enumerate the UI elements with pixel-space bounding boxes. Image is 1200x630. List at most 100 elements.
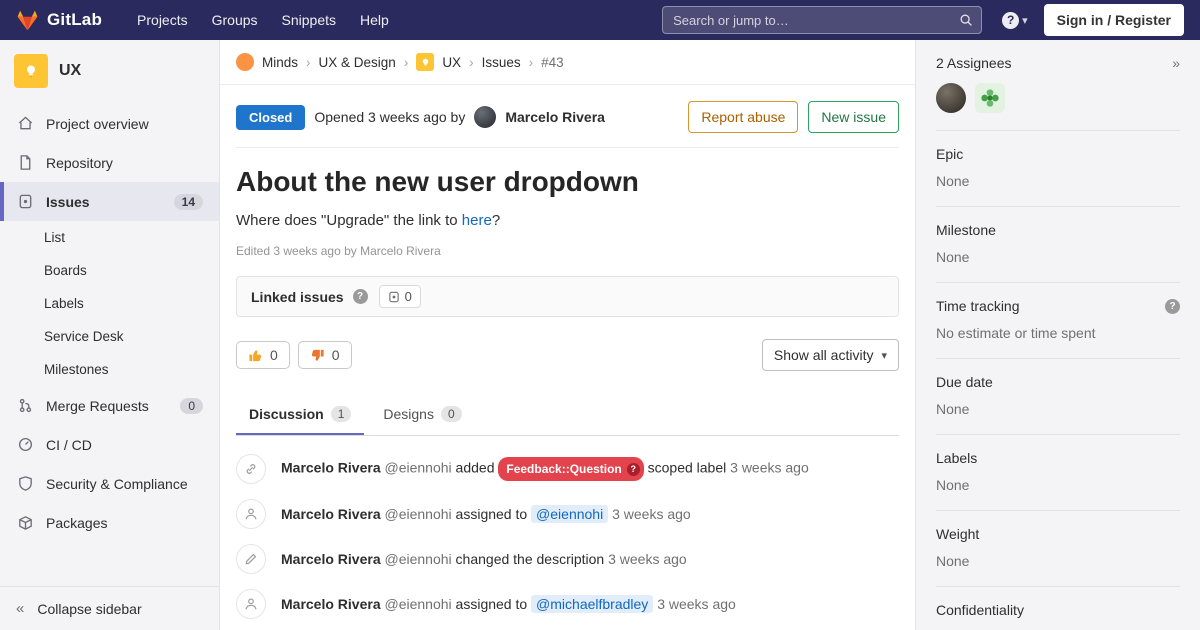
project-header[interactable]: UX <box>0 40 219 104</box>
note-username: @eiennohi <box>385 460 452 476</box>
tab-designs[interactable]: Designs 0 <box>370 395 474 435</box>
breadcrumb-issues[interactable]: Issues <box>482 55 521 70</box>
issue-title: About the new user dropdown <box>236 166 899 198</box>
nav-projects[interactable]: Projects <box>126 5 199 35</box>
issues-count-badge: 14 <box>174 194 203 210</box>
issues-submenu: List Boards Labels Service Desk Mileston… <box>0 221 219 386</box>
global-search <box>662 6 982 34</box>
project-name: UX <box>59 62 81 80</box>
assignee-avatar[interactable] <box>975 83 1005 113</box>
time-tracking-section[interactable]: Time tracking ? No estimate or time spen… <box>936 283 1180 359</box>
edited-note: Edited 3 weeks ago by Marcelo Rivera <box>236 244 899 258</box>
help-icon[interactable]: ? <box>1165 299 1180 314</box>
sign-in-button[interactable]: Sign in / Register <box>1044 4 1184 36</box>
epic-section[interactable]: Epic None <box>936 131 1180 207</box>
milestone-section[interactable]: Milestone None <box>936 207 1180 283</box>
scoped-label-help-icon: ? <box>627 463 640 476</box>
sidebar-item-issues-list[interactable]: List <box>0 221 219 254</box>
breadcrumb-project[interactable]: UX <box>442 55 461 70</box>
issue-count-icon <box>388 291 400 303</box>
new-issue-button[interactable]: New issue <box>808 101 899 133</box>
note-timestamp[interactable]: 3 weeks ago <box>608 551 687 567</box>
nav-groups[interactable]: Groups <box>201 5 269 35</box>
thumbs-down-button[interactable]: 0 <box>298 341 352 369</box>
opened-text: Opened 3 weeks ago by <box>314 109 465 125</box>
due-date-section[interactable]: Due date None <box>936 359 1180 435</box>
project-avatar-small[interactable] <box>416 53 434 71</box>
breadcrumb-separator: › <box>529 55 534 70</box>
note-author[interactable]: Marcelo Rivera <box>281 596 381 612</box>
breadcrumb-group[interactable]: Minds <box>262 55 298 70</box>
note-timestamp[interactable]: 3 weeks ago <box>612 506 691 522</box>
help-dropdown[interactable]: ? ▾ <box>1002 12 1028 29</box>
double-chevron-right-icon[interactable]: » <box>1172 55 1180 71</box>
sidebar-nav: Project overview Repository Issues 14 <box>0 104 219 542</box>
assignee-avatars <box>936 83 1180 113</box>
thumbs-up-button[interactable]: 0 <box>236 341 290 369</box>
discussion-tabs: Discussion 1 Designs 0 <box>236 395 899 436</box>
double-chevron-left-icon: « <box>16 600 24 617</box>
discussion-count-badge: 1 <box>331 406 352 422</box>
sidebar-item-issues[interactable]: Issues 14 <box>0 182 219 221</box>
author-link[interactable]: Marcelo Rivera <box>505 109 605 125</box>
awards-row: 0 0 Show all activity ▾ <box>236 339 899 371</box>
issue-description: Where does "Upgrade" the link to here? <box>236 212 899 229</box>
sidebar-item-ci-cd[interactable]: CI / CD <box>0 425 219 464</box>
author-avatar[interactable] <box>474 106 496 128</box>
group-avatar[interactable] <box>236 53 254 71</box>
sidebar-item-issues-boards[interactable]: Boards <box>0 254 219 287</box>
sidebar-item-packages[interactable]: Packages <box>0 503 219 542</box>
nav-snippets[interactable]: Snippets <box>271 5 347 35</box>
merge-request-icon <box>16 397 34 414</box>
note-author[interactable]: Marcelo Rivera <box>281 460 381 476</box>
collapse-sidebar-button[interactable]: « Collapse sidebar <box>0 586 219 630</box>
note-timestamp[interactable]: 3 weeks ago <box>730 460 809 476</box>
activity-filter-dropdown[interactable]: Show all activity ▾ <box>762 339 899 371</box>
sidebar-item-service-desk[interactable]: Service Desk <box>0 320 219 353</box>
breadcrumb: Minds › UX & Design › UX › Issues › #43 <box>220 40 915 85</box>
search-icon <box>959 13 973 30</box>
assignee-avatar[interactable] <box>936 83 966 113</box>
report-abuse-button[interactable]: Report abuse <box>688 101 798 133</box>
sidebar-item-security-compliance[interactable]: Security & Compliance <box>0 464 219 503</box>
tab-discussion[interactable]: Discussion 1 <box>236 395 364 435</box>
note-author[interactable]: Marcelo Rivera <box>281 506 381 522</box>
description-link[interactable]: here <box>462 212 492 229</box>
home-icon <box>16 115 34 132</box>
linked-issues-count-badge: 0 <box>379 285 421 308</box>
weight-section[interactable]: Weight None <box>936 511 1180 587</box>
sidebar-item-milestones[interactable]: Milestones <box>0 353 219 386</box>
help-icon[interactable]: ? <box>353 289 368 304</box>
issue-status-header: Closed Opened 3 weeks ago by Marcelo Riv… <box>236 101 899 148</box>
note-author[interactable]: Marcelo Rivera <box>281 551 381 567</box>
breadcrumb-subgroup[interactable]: UX & Design <box>319 55 396 70</box>
note-timestamp[interactable]: 3 weeks ago <box>657 596 736 612</box>
user-mention[interactable]: @eiennohi <box>531 505 608 523</box>
repository-icon <box>16 154 34 171</box>
issues-icon <box>16 193 34 210</box>
main-content: Minds › UX & Design › UX › Issues › #43 … <box>220 40 915 630</box>
nav-help[interactable]: Help <box>349 5 400 35</box>
scoped-label[interactable]: Feedback::Question? <box>498 457 643 481</box>
user-mention[interactable]: @michaelfbradley <box>531 595 653 613</box>
labels-section[interactable]: Labels None <box>936 435 1180 511</box>
system-note-assigned: Marcelo Rivera @eiennohi assigned to @ei… <box>236 499 899 529</box>
sidebar-item-merge-requests[interactable]: Merge Requests 0 <box>0 386 219 425</box>
ci-cd-icon <box>16 436 34 453</box>
app-window: GitLab Projects Groups Snippets Help ? ▾… <box>0 0 1200 630</box>
note-username: @eiennohi <box>385 551 452 567</box>
linked-issues-panel: Linked issues ? 0 <box>236 276 899 317</box>
top-navbar: GitLab Projects Groups Snippets Help ? ▾… <box>0 0 1200 40</box>
gitlab-logo[interactable]: GitLab <box>16 10 102 31</box>
sidebar-item-repository[interactable]: Repository <box>0 143 219 182</box>
confidentiality-section[interactable]: Confidentiality Not confidential <box>936 587 1180 630</box>
pencil-icon <box>236 544 266 574</box>
issue-sidebar: 2 Assignees » Epic None Milestone None <box>915 40 1200 630</box>
breadcrumb-separator: › <box>469 55 474 70</box>
notes-list: Marcelo Rivera @eiennohi added Feedback:… <box>236 454 899 619</box>
breadcrumb-separator: › <box>404 55 409 70</box>
sidebar-item-project-overview[interactable]: Project overview <box>0 104 219 143</box>
sidebar-item-issues-labels[interactable]: Labels <box>0 287 219 320</box>
merge-requests-count-badge: 0 <box>180 398 203 414</box>
search-input[interactable] <box>662 6 982 34</box>
